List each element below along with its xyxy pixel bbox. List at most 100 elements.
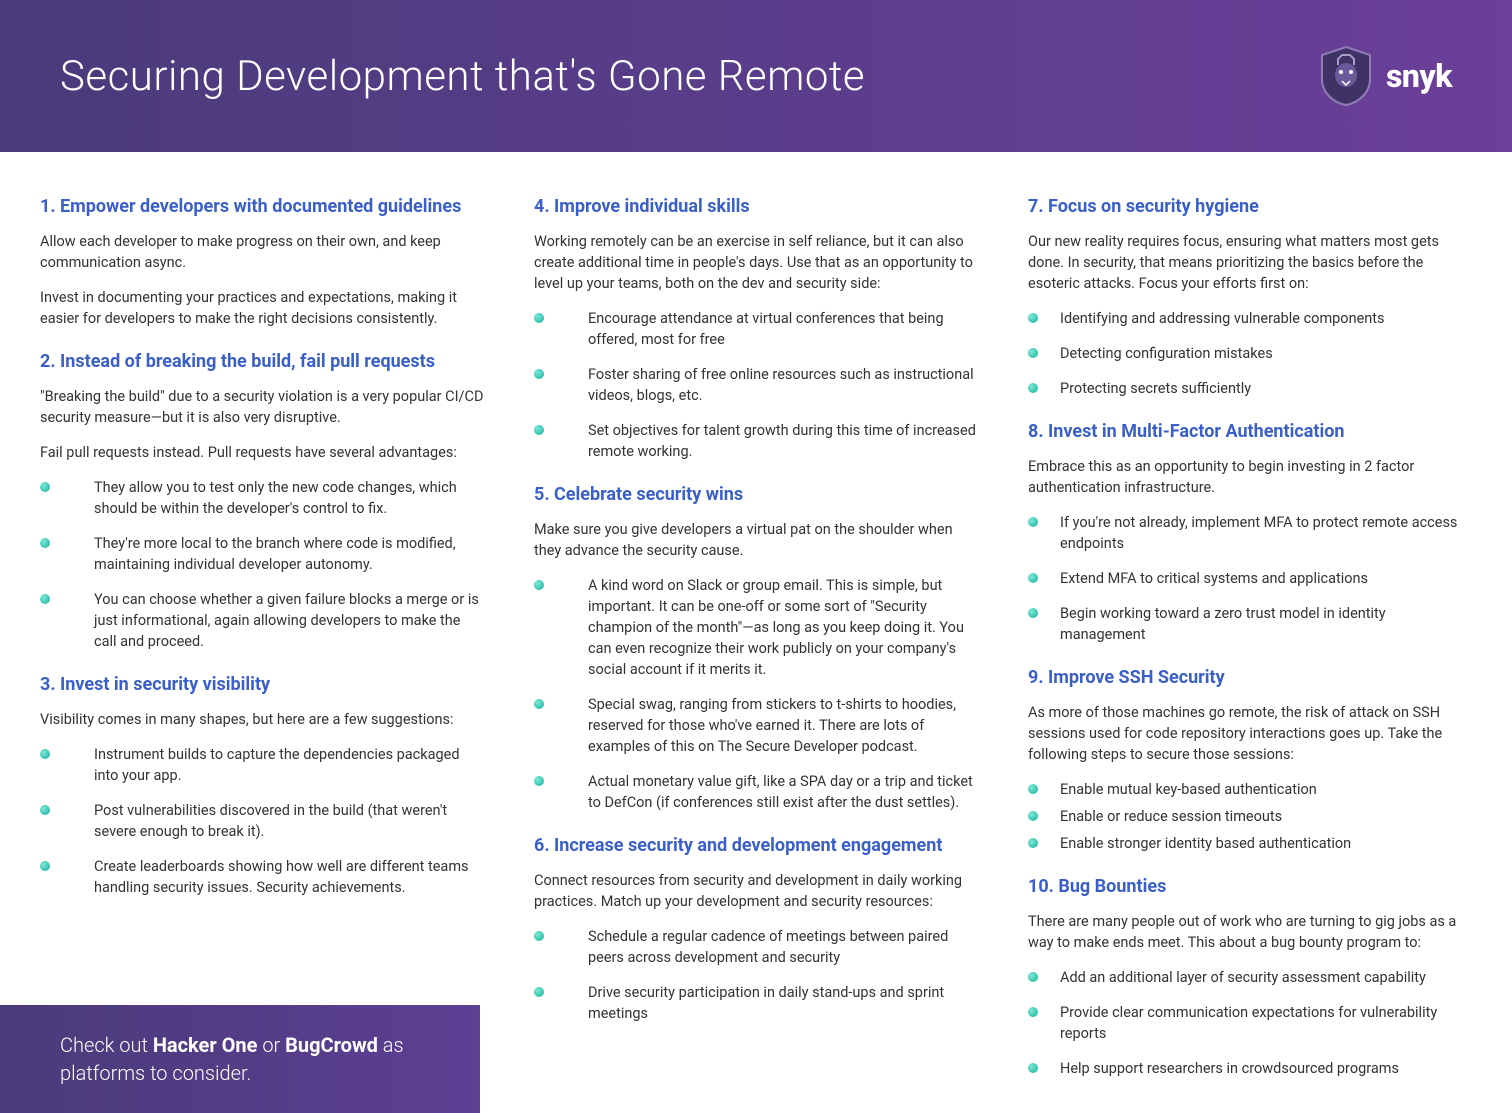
- section-3-title: 3. Invest in security visibility: [40, 674, 484, 695]
- list-item: Encourage attendance at virtual conferen…: [534, 308, 978, 350]
- section-9-title: 9. Improve SSH Security: [1028, 667, 1472, 688]
- page-title: Securing Development that's Gone Remote: [60, 52, 865, 101]
- section-2-title: 2. Instead of breaking the build, fail p…: [40, 351, 484, 372]
- bullet-icon: [1028, 573, 1038, 583]
- list-item: They're more local to the branch where c…: [40, 533, 484, 575]
- bullet-icon: [40, 594, 50, 604]
- bullet-icon: [534, 369, 544, 379]
- list-item-text: Special swag, ranging from stickers to t…: [588, 694, 978, 757]
- bullet-icon: [534, 699, 544, 709]
- section-7-title: 7. Focus on security hygiene: [1028, 196, 1472, 217]
- section-5-p1: Make sure you give developers a virtual …: [534, 519, 978, 561]
- section-2-p2: Fail pull requests instead. Pull request…: [40, 442, 484, 463]
- brand: snyk: [1318, 45, 1452, 107]
- list-item: Begin working toward a zero trust model …: [1028, 603, 1472, 645]
- bullet-icon: [40, 805, 50, 815]
- list-item: Post vulnerabilities discovered in the b…: [40, 800, 484, 842]
- bullet-icon: [534, 931, 544, 941]
- list-item: Provide clear communication expectations…: [1028, 1002, 1472, 1044]
- list-item-text: Add an additional layer of security asse…: [1060, 967, 1472, 988]
- list-item: Detecting configuration mistakes: [1028, 343, 1472, 364]
- list-item-text: Detecting configuration mistakes: [1060, 343, 1472, 364]
- column-1: 1. Empower developers with documented gu…: [40, 192, 484, 1093]
- page-header: Securing Development that's Gone Remote …: [0, 0, 1512, 152]
- list-item-text: Actual monetary value gift, like a SPA d…: [588, 771, 978, 813]
- section-7-list: Identifying and addressing vulnerable co…: [1028, 308, 1472, 399]
- section-10-title: 10. Bug Bounties: [1028, 876, 1472, 897]
- brand-name: snyk: [1386, 57, 1452, 95]
- list-item-text: They allow you to test only the new code…: [94, 477, 484, 519]
- bullet-icon: [1028, 608, 1038, 618]
- bullet-icon: [534, 987, 544, 997]
- list-item: If you're not already, implement MFA to …: [1028, 512, 1472, 554]
- bullet-icon: [1028, 348, 1038, 358]
- list-item-text: Protecting secrets sufficiently: [1060, 378, 1472, 399]
- section-10-p1: There are many people out of work who ar…: [1028, 911, 1472, 953]
- bullet-icon: [1028, 383, 1038, 393]
- list-item-text: Post vulnerabilities discovered in the b…: [94, 800, 484, 842]
- list-item: Drive security participation in daily st…: [534, 982, 978, 1024]
- list-item: Add an additional layer of security asse…: [1028, 967, 1472, 988]
- section-3-p1: Visibility comes in many shapes, but her…: [40, 709, 484, 730]
- list-item: Schedule a regular cadence of meetings b…: [534, 926, 978, 968]
- section-1-p1: Allow each developer to make progress on…: [40, 231, 484, 273]
- list-item: Instrument builds to capture the depende…: [40, 744, 484, 786]
- section-8-list: If you're not already, implement MFA to …: [1028, 512, 1472, 645]
- list-item-text: Set objectives for talent growth during …: [588, 420, 978, 462]
- section-2-list: They allow you to test only the new code…: [40, 477, 484, 652]
- bullet-icon: [534, 313, 544, 323]
- list-item-text: Instrument builds to capture the depende…: [94, 744, 484, 786]
- list-item-text: Identifying and addressing vulnerable co…: [1060, 308, 1472, 329]
- bullet-icon: [1028, 811, 1038, 821]
- list-item: Help support researchers in crowdsourced…: [1028, 1058, 1472, 1079]
- list-item: Protecting secrets sufficiently: [1028, 378, 1472, 399]
- bullet-icon: [1028, 972, 1038, 982]
- section-7-p1: Our new reality requires focus, ensuring…: [1028, 231, 1472, 294]
- section-8-p1: Embrace this as an opportunity to begin …: [1028, 456, 1472, 498]
- section-6-title: 6. Increase security and development eng…: [534, 835, 978, 856]
- list-item: Foster sharing of free online resources …: [534, 364, 978, 406]
- list-item-text: Foster sharing of free online resources …: [588, 364, 978, 406]
- list-item: Enable mutual key-based authentication: [1028, 779, 1472, 800]
- bullet-icon: [1028, 517, 1038, 527]
- footer-callout: Check out Hacker One or BugCrowd as plat…: [0, 1005, 480, 1113]
- callout-b2: BugCrowd: [285, 1033, 378, 1057]
- list-item: Enable stronger identity based authentic…: [1028, 833, 1472, 854]
- list-item-text: Encourage attendance at virtual conferen…: [588, 308, 978, 350]
- column-3: 7. Focus on security hygiene Our new rea…: [1028, 192, 1472, 1093]
- list-item: Set objectives for talent growth during …: [534, 420, 978, 462]
- list-item-text: A kind word on Slack or group email. Thi…: [588, 575, 978, 680]
- list-item: Actual monetary value gift, like a SPA d…: [534, 771, 978, 813]
- list-item-text: Schedule a regular cadence of meetings b…: [588, 926, 978, 968]
- list-item: You can choose whether a given failure b…: [40, 589, 484, 652]
- section-10-list: Add an additional layer of security asse…: [1028, 967, 1472, 1079]
- bullet-icon: [1028, 784, 1038, 794]
- section-9-list: Enable mutual key-based authentication E…: [1028, 779, 1472, 854]
- snyk-shield-icon: [1318, 45, 1374, 107]
- list-item-text: Enable mutual key-based authentication: [1060, 779, 1472, 800]
- list-item-text: Help support researchers in crowdsourced…: [1060, 1058, 1472, 1079]
- bullet-icon: [534, 776, 544, 786]
- list-item: A kind word on Slack or group email. Thi…: [534, 575, 978, 680]
- list-item: Identifying and addressing vulnerable co…: [1028, 308, 1472, 329]
- list-item: Special swag, ranging from stickers to t…: [534, 694, 978, 757]
- list-item-text: Provide clear communication expectations…: [1060, 1002, 1472, 1044]
- list-item-text: Enable or reduce session timeouts: [1060, 806, 1472, 827]
- bullet-icon: [40, 749, 50, 759]
- list-item-text: If you're not already, implement MFA to …: [1060, 512, 1472, 554]
- bullet-icon: [40, 482, 50, 492]
- bullet-icon: [1028, 313, 1038, 323]
- list-item: They allow you to test only the new code…: [40, 477, 484, 519]
- callout-prefix: Check out: [60, 1033, 153, 1057]
- section-1-title: 1. Empower developers with documented gu…: [40, 196, 484, 217]
- bullet-icon: [534, 425, 544, 435]
- section-8-title: 8. Invest in Multi-Factor Authentication: [1028, 421, 1472, 442]
- bullet-icon: [1028, 1063, 1038, 1073]
- list-item-text: Create leaderboards showing how well are…: [94, 856, 484, 898]
- section-5-title: 5. Celebrate security wins: [534, 484, 978, 505]
- list-item-text: Enable stronger identity based authentic…: [1060, 833, 1472, 854]
- section-6-p1: Connect resources from security and deve…: [534, 870, 978, 912]
- list-item: Enable or reduce session timeouts: [1028, 806, 1472, 827]
- section-1-p2: Invest in documenting your practices and…: [40, 287, 484, 329]
- list-item-text: Drive security participation in daily st…: [588, 982, 978, 1024]
